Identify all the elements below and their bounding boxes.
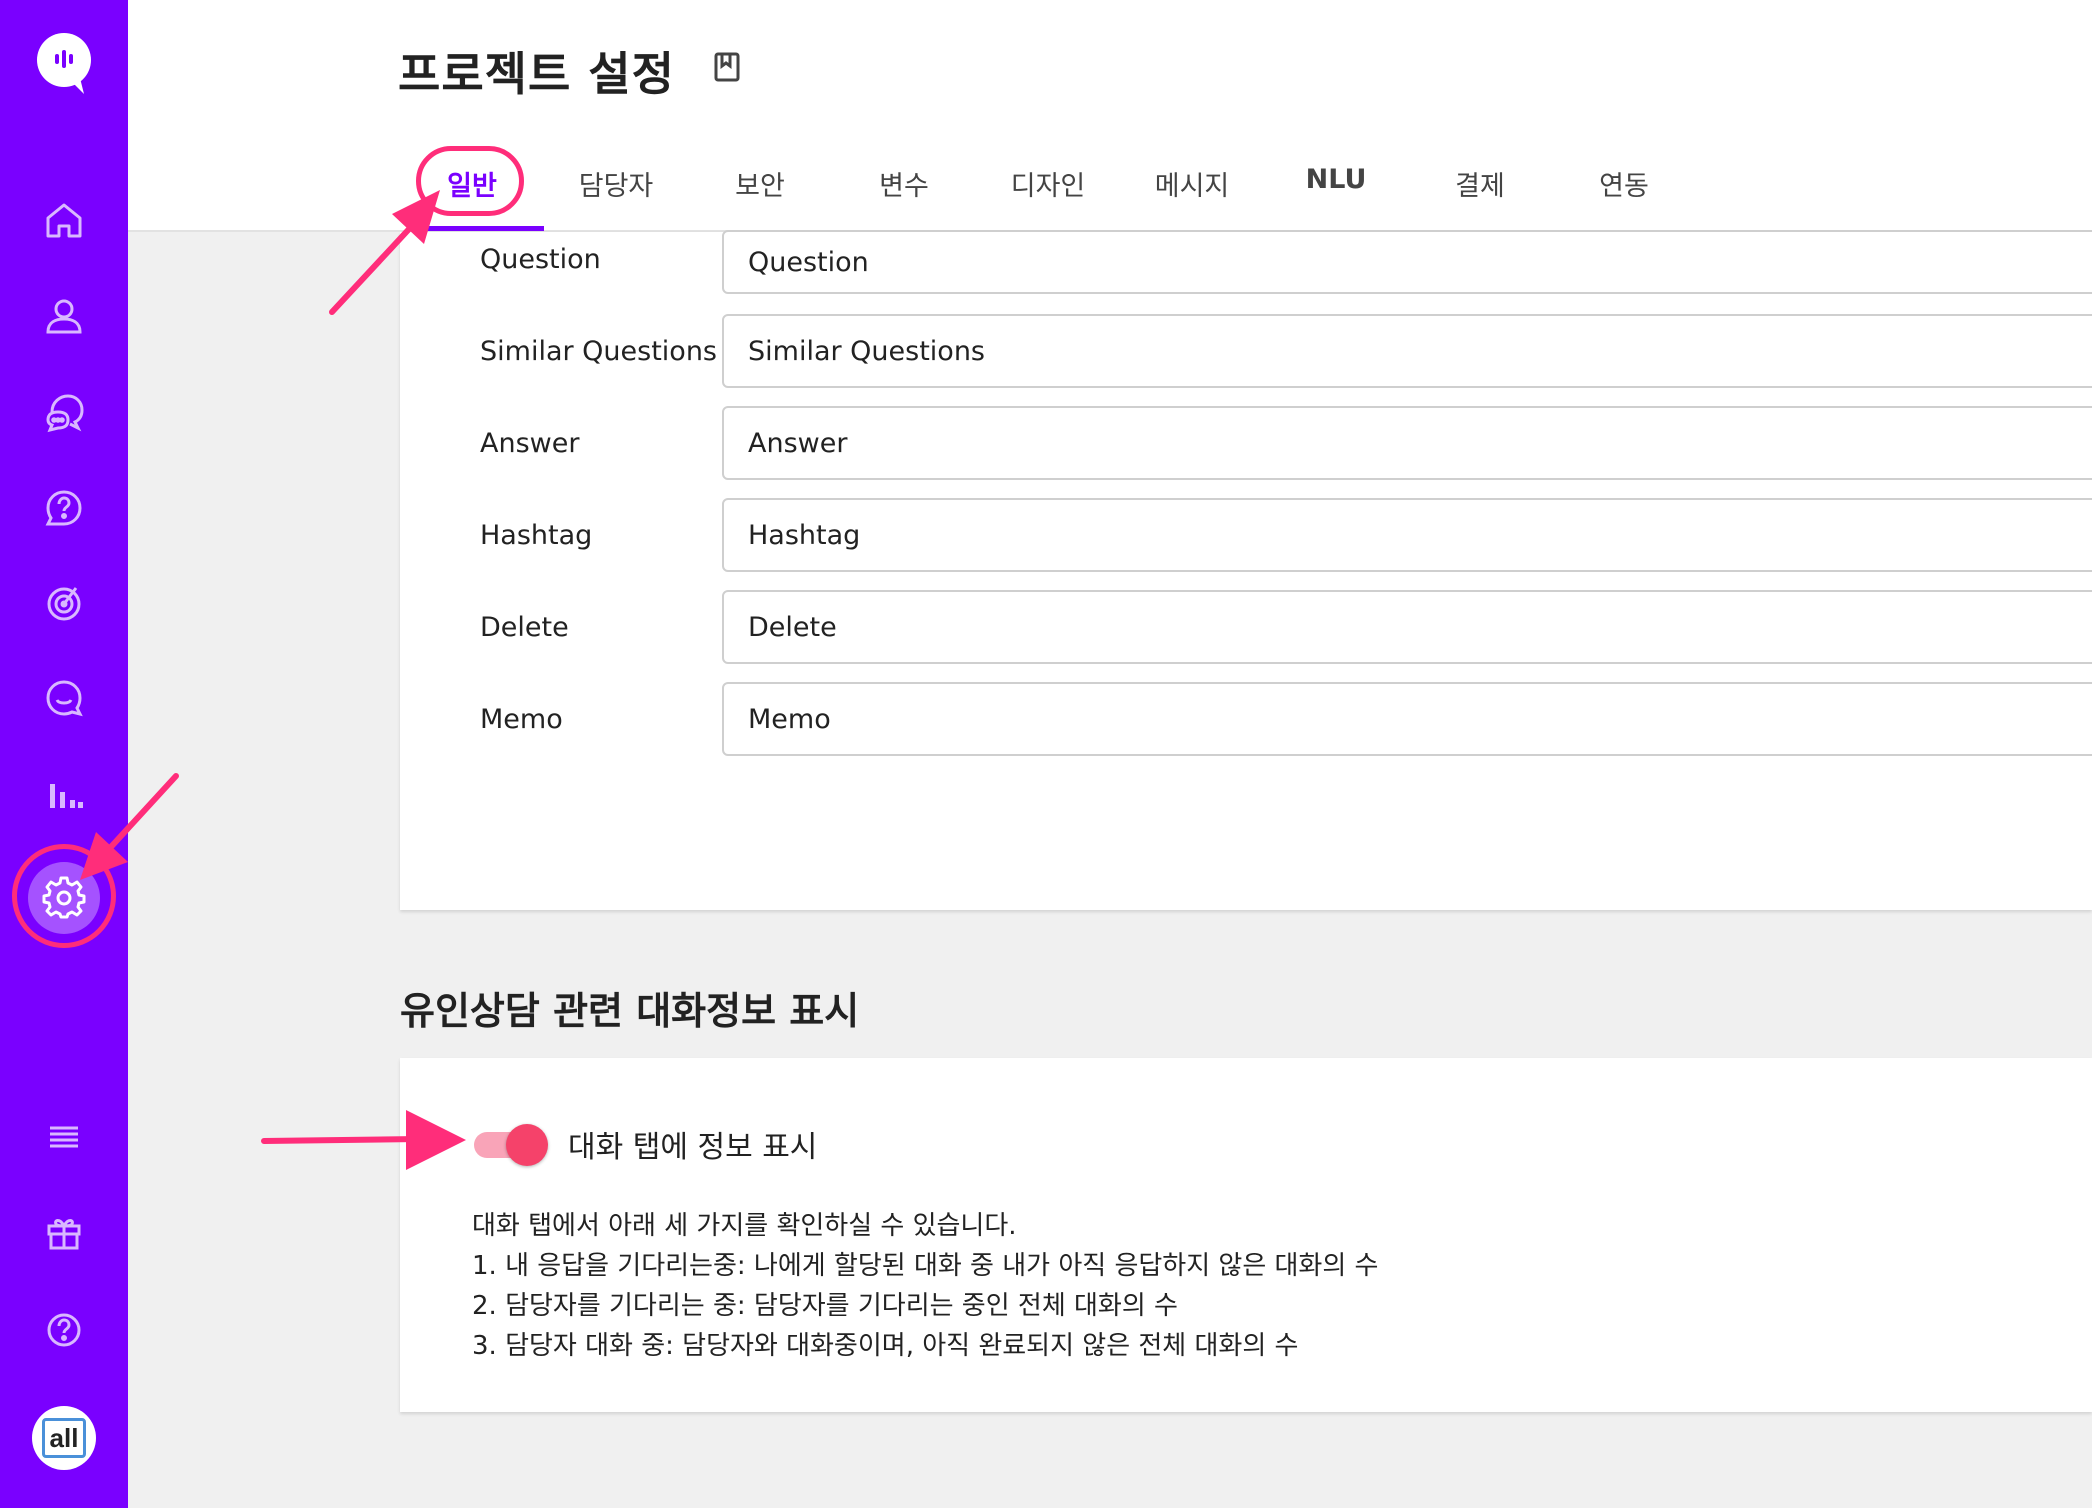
- field-row-answer: Answer: [400, 406, 2092, 480]
- field-label: Answer: [480, 428, 580, 459]
- field-row-memo: Memo: [400, 682, 2092, 756]
- description-line: 1. 내 응답을 기다리는중: 나에게 할당된 대화 중 내가 아직 응답하지 …: [472, 1251, 1379, 1281]
- field-label: Hashtag: [480, 520, 593, 551]
- description-line: 3. 담당자 대화 중: 담당자와 대화중이며, 아직 완료되지 않은 전체 대…: [472, 1331, 1299, 1361]
- active-tab-indicator: [412, 226, 544, 231]
- answer-input[interactable]: [722, 406, 2092, 480]
- description-line: 2. 담당자를 기다리는 중: 담당자를 기다리는 중인 전체 대화의 수: [472, 1291, 1178, 1321]
- sidebar: all: [0, 0, 128, 1508]
- avatar[interactable]: all: [32, 1406, 96, 1470]
- similar-questions-input[interactable]: [722, 314, 2092, 388]
- tab-design[interactable]: 디자인: [978, 164, 1118, 203]
- description-line: 대화 탭에서 아래 세 가지를 확인하실 수 있습니다.: [472, 1211, 1017, 1241]
- arrow-to-tab: [329, 225, 413, 315]
- delete-input[interactable]: [722, 590, 2092, 664]
- tab-integration[interactable]: 연동: [1554, 164, 1694, 203]
- field-row-hashtag: Hashtag: [400, 498, 2092, 572]
- bar-chart-icon[interactable]: [34, 764, 94, 824]
- description: 대화 탭에서 아래 세 가지를 확인하실 수 있습니다. 1. 내 응답을 기다…: [472, 1206, 1972, 1366]
- home-icon[interactable]: [34, 190, 94, 250]
- show-info-toggle[interactable]: [472, 1124, 548, 1166]
- field-row-delete: Delete: [400, 590, 2092, 664]
- section-title: 유인상담 관련 대화정보 표시: [400, 989, 860, 1033]
- field-label: Delete: [480, 612, 569, 643]
- logo-icon[interactable]: [34, 32, 94, 96]
- tab-security[interactable]: 보안: [690, 164, 830, 203]
- field-label: Question: [480, 244, 601, 275]
- help-circle-icon[interactable]: [34, 1300, 94, 1360]
- field-row-question: Question: [400, 230, 2092, 296]
- toggle-knob: [506, 1124, 548, 1166]
- menu-icon[interactable]: [34, 1106, 94, 1166]
- question-bubble-icon[interactable]: [34, 478, 94, 538]
- user-icon[interactable]: [34, 286, 94, 346]
- memo-input[interactable]: [722, 682, 2092, 756]
- hashtag-input[interactable]: [722, 498, 2092, 572]
- conversation-info-card: 대화 탭에 정보 표시 대화 탭에서 아래 세 가지를 확인하실 수 있습니다.…: [400, 1058, 2092, 1412]
- gear-icon[interactable]: [28, 862, 100, 934]
- page-title: 프로젝트 설정: [398, 47, 675, 101]
- target-icon[interactable]: [34, 572, 94, 632]
- tab-messages[interactable]: 메시지: [1122, 164, 1262, 203]
- field-label: Memo: [480, 704, 563, 735]
- tab-variables[interactable]: 변수: [834, 164, 974, 203]
- arrow-to-toggle: [261, 1136, 423, 1144]
- smile-bubble-icon[interactable]: [34, 668, 94, 728]
- tab-highlight-ring: [416, 146, 524, 216]
- field-label: Similar Questions: [480, 336, 718, 367]
- avatar-text: all: [42, 1418, 86, 1458]
- chat-bubbles-icon[interactable]: [34, 382, 94, 442]
- gift-icon[interactable]: [34, 1202, 94, 1262]
- tab-agents[interactable]: 담당자: [546, 164, 686, 203]
- fields-card: Question Similar Questions Answer Hashta…: [400, 230, 2092, 910]
- field-row-similar-questions: Similar Questions: [400, 314, 2092, 388]
- book-icon[interactable]: [712, 50, 742, 84]
- tab-billing[interactable]: 결제: [1410, 164, 1550, 203]
- tab-nlu[interactable]: NLU: [1266, 164, 1406, 195]
- question-input[interactable]: [722, 230, 2092, 294]
- toggle-label: 대화 탭에 정보 표시: [568, 1130, 818, 1165]
